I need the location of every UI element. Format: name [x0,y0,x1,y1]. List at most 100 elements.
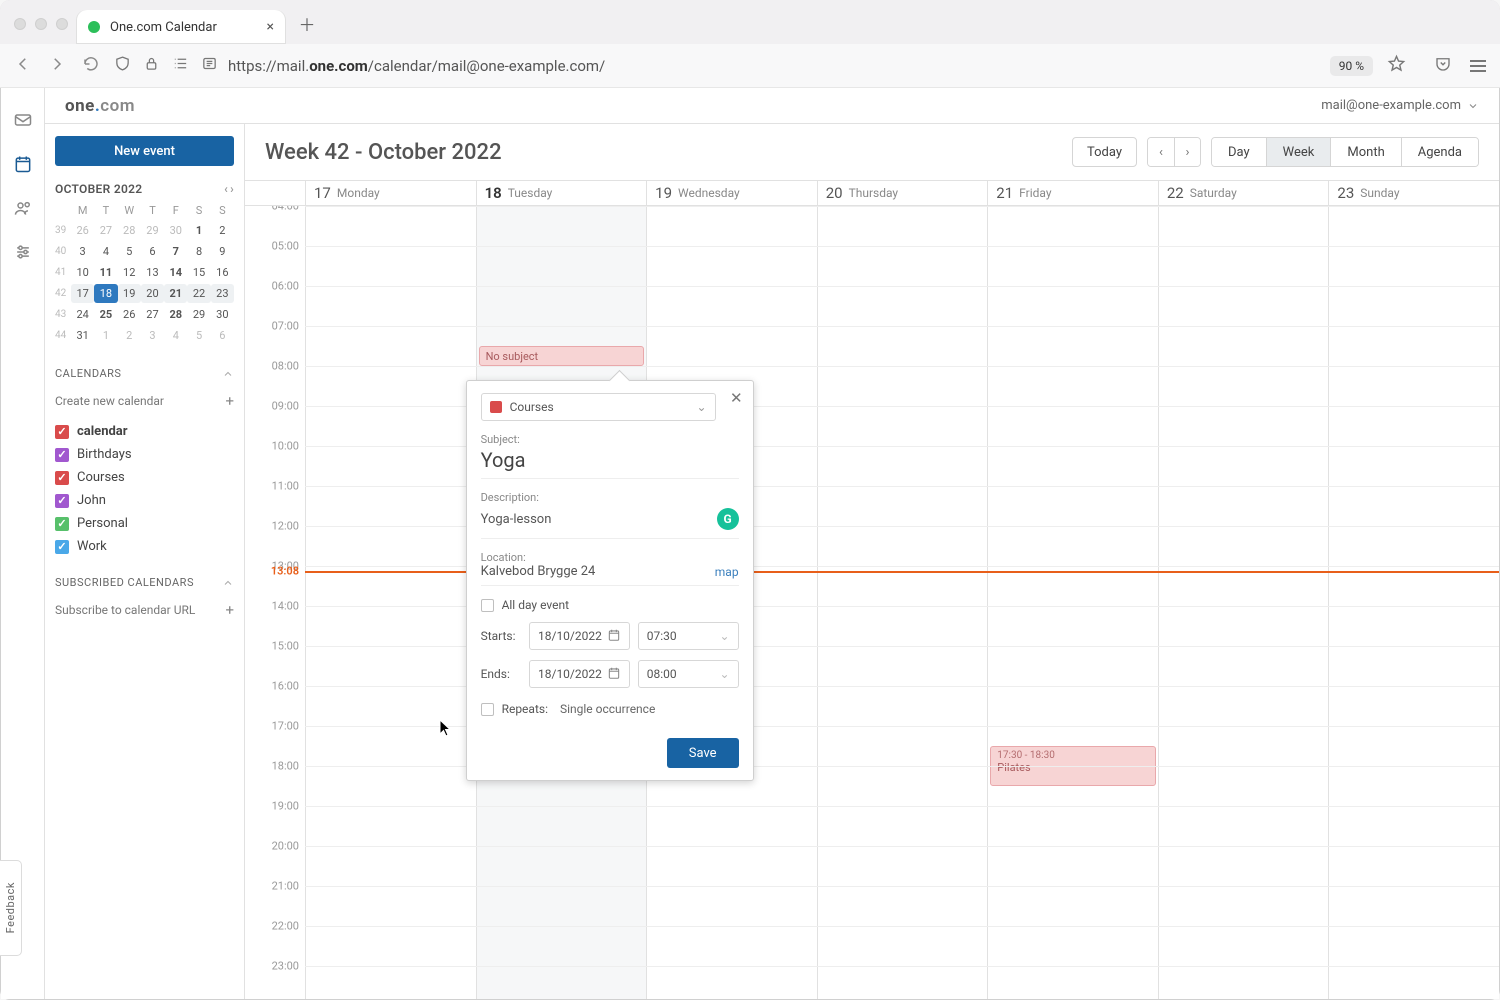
calendar-checkbox[interactable]: ✓ [55,448,69,462]
user-menu[interactable]: mail@one-example.com [1321,98,1479,113]
calendar-checkbox[interactable]: ✓ [55,540,69,554]
mini-day[interactable]: 5 [118,242,141,261]
mini-day[interactable]: 13 [141,263,164,282]
prev-week-button[interactable]: ‹ [1148,138,1174,166]
repeats-checkbox[interactable] [481,703,494,716]
mini-day[interactable]: 6 [141,242,164,261]
calendar-checkbox[interactable]: ✓ [55,494,69,508]
calendar-list-item[interactable]: ✓ Work [55,539,234,554]
mini-day[interactable]: 1 [187,221,210,240]
mini-day[interactable]: 11 [94,263,117,282]
calendar-list-item[interactable]: ✓ Personal [55,516,234,531]
forward-icon[interactable] [48,55,66,77]
view-month-button[interactable]: Month [1330,138,1400,166]
calendar-list-item[interactable]: ✓ Courses [55,470,234,485]
calendars-section-label[interactable]: CALENDARS [55,367,234,380]
reload-icon[interactable] [82,55,100,77]
create-calendar-row[interactable]: Create new calendar+ [55,392,234,410]
mini-day[interactable]: 24 [71,305,94,324]
save-button[interactable]: Save [667,738,739,768]
feedback-tab[interactable]: Feedback [0,860,22,956]
map-link[interactable]: map [715,565,739,579]
traffic-light-max[interactable] [56,18,68,30]
start-time-input[interactable]: 07:30⌄ [638,622,739,650]
mini-day[interactable]: 4 [164,326,187,345]
calendar-checkbox[interactable]: ✓ [55,471,69,485]
browser-tab[interactable]: One.com Calendar × [76,10,286,44]
calendar-list-item[interactable]: ✓ calendar [55,424,234,439]
grammarly-icon[interactable]: G [717,508,739,530]
rail-settings-icon[interactable] [1,230,45,274]
today-button[interactable]: Today [1072,137,1137,167]
end-time-input[interactable]: 08:00⌄ [638,660,739,688]
mini-day[interactable]: 18 [94,284,117,303]
subscribed-section-label[interactable]: SUBSCRIBED CALENDARS [55,576,234,589]
mini-day[interactable]: 28 [118,221,141,240]
mini-day[interactable]: 19 [118,284,141,303]
location-input[interactable]: Kalvebod Brygge 24 [481,564,705,579]
mini-day[interactable]: 7 [164,242,187,261]
view-agenda-button[interactable]: Agenda [1401,138,1478,166]
mini-day[interactable]: 4 [94,242,117,261]
rail-calendar-icon[interactable] [1,142,45,186]
mini-day[interactable]: 2 [211,221,234,240]
mini-day[interactable]: 31 [71,326,94,345]
mini-day[interactable]: 15 [187,263,210,282]
mini-day[interactable]: 28 [164,305,187,324]
mini-day[interactable]: 26 [118,305,141,324]
mini-day[interactable]: 14 [164,263,187,282]
view-day-button[interactable]: Day [1212,138,1266,166]
new-tab-button[interactable]: ＋ [296,12,318,34]
calendar-checkbox[interactable]: ✓ [55,425,69,439]
mini-day[interactable]: 22 [187,284,210,303]
end-date-input[interactable]: 18/10/2022 [529,660,630,688]
tab-close-icon[interactable]: × [267,19,274,35]
repeats-row[interactable]: Repeats: Single occurrence [481,702,739,716]
mini-prev-icon[interactable]: ‹ [224,182,228,196]
mini-day[interactable]: 9 [211,242,234,261]
day-header[interactable]: 20Thursday [817,181,988,205]
calendar-grid[interactable]: 04:0005:0006:0007:0008:0009:0010:0011:00… [245,206,1499,999]
next-week-button[interactable]: › [1174,138,1200,166]
shield-icon[interactable] [114,55,131,76]
mini-day[interactable]: 27 [94,221,117,240]
new-event-button[interactable]: New event [55,136,234,166]
mini-day[interactable]: 16 [211,263,234,282]
zoom-badge[interactable]: 90 % [1330,56,1373,76]
pocket-icon[interactable] [1434,55,1452,77]
mini-day[interactable]: 17 [71,284,94,303]
description-input[interactable]: Yoga-lesson [481,512,552,527]
mini-day[interactable]: 23 [211,284,234,303]
permissions-icon[interactable] [172,55,189,76]
day-header[interactable]: 23Sunday [1328,181,1499,205]
traffic-light-close[interactable] [14,18,26,30]
mini-day[interactable]: 3 [141,326,164,345]
subscribe-url-row[interactable]: Subscribe to calendar URL+ [55,601,234,619]
mini-day[interactable]: 29 [187,305,210,324]
bookmark-icon[interactable] [1387,54,1406,77]
subject-input[interactable]: Yoga [481,446,739,479]
day-header[interactable]: 19Wednesday [646,181,817,205]
view-week-button[interactable]: Week [1266,138,1331,166]
mini-day[interactable]: 12 [118,263,141,282]
calendar-select[interactable]: Courses ⌄ [481,393,716,421]
popup-close-icon[interactable]: ✕ [730,389,743,407]
rail-mail-icon[interactable] [1,98,45,142]
mini-day[interactable]: 25 [94,305,117,324]
mini-day[interactable]: 30 [164,221,187,240]
mini-day[interactable]: 10 [71,263,94,282]
mini-day[interactable]: 29 [141,221,164,240]
traffic-light-min[interactable] [35,18,47,30]
lock-icon[interactable] [143,55,160,76]
rail-contacts-icon[interactable] [1,186,45,230]
reader-icon[interactable] [201,55,218,76]
mini-day[interactable]: 2 [118,326,141,345]
start-date-input[interactable]: 18/10/2022 [529,622,630,650]
all-day-row[interactable]: All day event [481,598,739,612]
mini-day[interactable]: 20 [141,284,164,303]
mini-day[interactable]: 27 [141,305,164,324]
mini-day[interactable]: 1 [94,326,117,345]
calendar-checkbox[interactable]: ✓ [55,517,69,531]
day-header[interactable]: 21Friday [987,181,1158,205]
mini-day[interactable]: 26 [71,221,94,240]
